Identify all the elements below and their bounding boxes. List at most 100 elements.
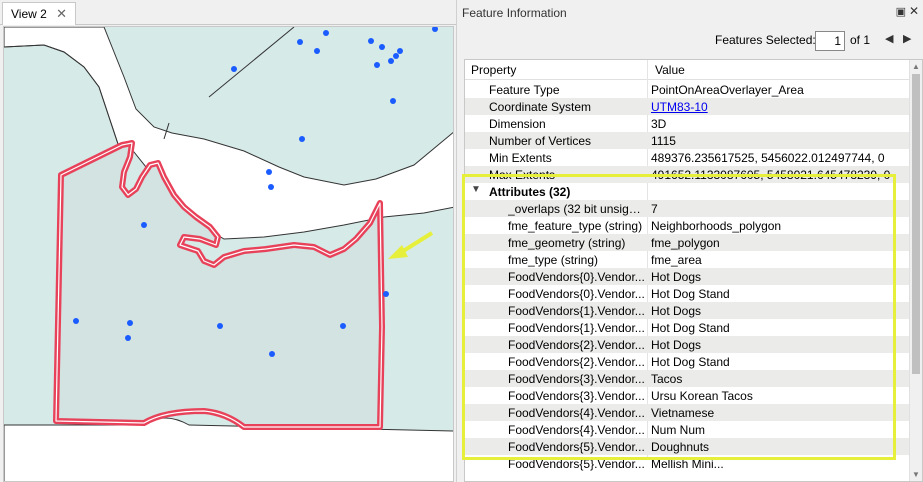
- table-row[interactable]: FoodVendors{0}.Vendor... Hot Dogs: [465, 268, 911, 285]
- chevron-down-icon[interactable]: ▼: [471, 184, 481, 195]
- table-row[interactable]: FoodVendors{3}.Vendor... Tacos: [465, 370, 911, 387]
- row-key: Dimension: [489, 117, 546, 131]
- scroll-up-icon[interactable]: ▲: [912, 62, 920, 71]
- table-row[interactable]: FoodVendors{0}.Vendor... Hot Dog Stand: [465, 285, 911, 302]
- row-key: FoodVendors{0}.Vendor...: [508, 287, 645, 301]
- row-value: Hot Dog Stand: [651, 355, 730, 369]
- table-row[interactable]: FoodVendors{4}.Vendor... Num Num: [465, 421, 911, 438]
- map-point[interactable]: [297, 39, 303, 45]
- row-value: Tacos: [651, 372, 683, 386]
- attributes-group[interactable]: ▼ Attributes (32): [465, 183, 911, 200]
- row-value: Mellish Mini...: [651, 457, 724, 471]
- table-row[interactable]: FoodVendors{2}.Vendor... Hot Dogs: [465, 336, 911, 353]
- features-total-label: of 1: [850, 33, 871, 47]
- table-row[interactable]: Max Extents 491652.1133087605, 5458021.6…: [465, 166, 911, 183]
- row-value: fme_polygon: [651, 236, 720, 250]
- map-point[interactable]: [388, 58, 394, 64]
- row-value: 3D: [651, 117, 667, 131]
- features-selected-label: Features Selected:: [715, 33, 816, 47]
- previous-icon[interactable]: ◀: [885, 32, 893, 45]
- table-row[interactable]: fme_geometry (string) fme_polygon: [465, 234, 911, 251]
- scroll-thumb[interactable]: [912, 74, 920, 374]
- row-value: Neighborhoods_polygon: [651, 219, 782, 233]
- row-key: FoodVendors{4}.Vendor...: [508, 423, 645, 437]
- property-table: Property Value Feature Type PointOnAreaO…: [464, 59, 923, 482]
- table-row[interactable]: Dimension 3D: [465, 115, 911, 132]
- table-row[interactable]: FoodVendors{3}.Vendor... Ursu Korean Taco…: [465, 387, 911, 404]
- table-row[interactable]: FoodVendors{1}.Vendor... Hot Dogs: [465, 302, 911, 319]
- row-key: fme_geometry (string): [508, 236, 626, 250]
- row-key: Number of Vertices: [489, 134, 592, 148]
- next-icon[interactable]: ▶: [903, 32, 911, 45]
- row-key: FoodVendors{3}.Vendor...: [508, 389, 645, 403]
- features-selected-input[interactable]: 1: [815, 31, 845, 51]
- map-point[interactable]: [266, 169, 272, 175]
- row-key: FoodVendors{2}.Vendor...: [508, 338, 645, 352]
- coordinate-system-link[interactable]: UTM83-10: [651, 100, 708, 114]
- tab-label: View 2: [11, 7, 47, 21]
- map-point[interactable]: [374, 62, 380, 68]
- table-row[interactable]: fme_type (string) fme_area: [465, 251, 911, 268]
- table-row[interactable]: fme_feature_type (string) Neighborhoods_p…: [465, 217, 911, 234]
- column-header-property[interactable]: Property: [471, 63, 516, 77]
- row-key: FoodVendors{5}.Vendor...: [508, 440, 645, 454]
- row-value: Hot Dogs: [651, 338, 702, 352]
- map-point[interactable]: [299, 136, 305, 142]
- row-key: FoodVendors{1}.Vendor...: [508, 304, 645, 318]
- table-row[interactable]: FoodVendors{4}.Vendor... Vietnamese: [465, 404, 911, 421]
- table-row[interactable]: _overlaps (32 bit unsign... 7: [465, 200, 911, 217]
- table-row[interactable]: Number of Vertices 1115: [465, 132, 911, 149]
- scroll-down-icon[interactable]: ▼: [912, 470, 920, 479]
- map-point[interactable]: [397, 48, 403, 54]
- table-row[interactable]: FoodVendors{5}.Vendor... Mellish Mini...: [465, 455, 911, 472]
- table-row[interactable]: FoodVendors{2}.Vendor... Hot Dog Stand: [465, 353, 911, 370]
- table-row[interactable]: FoodVendors{5}.Vendor... Doughnuts: [465, 438, 911, 455]
- map-point[interactable]: [217, 323, 223, 329]
- map-point[interactable]: [127, 320, 133, 326]
- view-tabbar: View 2 ✕: [0, 0, 456, 25]
- row-key: fme_type (string): [508, 253, 599, 267]
- row-key: fme_feature_type (string): [508, 219, 643, 233]
- map-point[interactable]: [268, 184, 274, 190]
- table-row[interactable]: Min Extents 489376.235617525, 5456022.01…: [465, 149, 911, 166]
- row-value: 491652.1133087605, 5458021.645478239, 0: [651, 168, 891, 182]
- row-value: Doughnuts: [651, 440, 710, 454]
- map-point[interactable]: [125, 335, 131, 341]
- map-point[interactable]: [383, 291, 389, 297]
- row-key: FoodVendors{0}.Vendor...: [508, 270, 645, 284]
- pin-icon[interactable]: ▣: [896, 5, 906, 18]
- row-value: PointOnAreaOverlayer_Area: [651, 83, 804, 97]
- map-point[interactable]: [393, 53, 399, 59]
- row-value: Hot Dog Stand: [651, 287, 730, 301]
- table-row[interactable]: FoodVendors{1}.Vendor... Hot Dog Stand: [465, 319, 911, 336]
- column-header-value[interactable]: Value: [655, 63, 685, 77]
- panel-title: Feature Information: [462, 5, 567, 20]
- map-point[interactable]: [231, 66, 237, 72]
- map-point[interactable]: [141, 222, 147, 228]
- map-point[interactable]: [269, 351, 275, 357]
- map-point[interactable]: [323, 30, 329, 36]
- row-value: Hot Dogs: [651, 304, 702, 318]
- row-key: Coordinate System: [489, 100, 592, 114]
- table-row[interactable]: Feature Type PointOnAreaOverlayer_Area: [465, 81, 911, 98]
- vertical-scrollbar[interactable]: ▲ ▼: [909, 60, 922, 481]
- map-point[interactable]: [390, 98, 396, 104]
- map-point[interactable]: [340, 323, 346, 329]
- map-point[interactable]: [379, 44, 385, 50]
- row-key: _overlaps (32 bit unsign...: [508, 202, 645, 216]
- map-point[interactable]: [314, 48, 320, 54]
- close-icon[interactable]: ✕: [909, 4, 919, 18]
- row-value: 1115: [651, 134, 676, 148]
- row-value: Hot Dog Stand: [651, 321, 730, 335]
- feature-information-panel: Feature Information ▣ ✕ Features Selecte…: [456, 0, 923, 482]
- table-row[interactable]: Coordinate System UTM83-10: [465, 98, 911, 115]
- map-canvas[interactable]: [3, 26, 454, 482]
- close-icon[interactable]: ✕: [56, 6, 67, 22]
- selection-bar: Features Selected: 1 of 1 ◀ ▶: [457, 28, 923, 54]
- map-point[interactable]: [73, 318, 79, 324]
- row-value: fme_area: [651, 253, 702, 267]
- tab-view-2[interactable]: View 2 ✕: [2, 2, 76, 25]
- map-point[interactable]: [368, 38, 374, 44]
- row-value: UTM83-10: [651, 100, 708, 114]
- row-key: FoodVendors{5}.Vendor...: [508, 457, 645, 471]
